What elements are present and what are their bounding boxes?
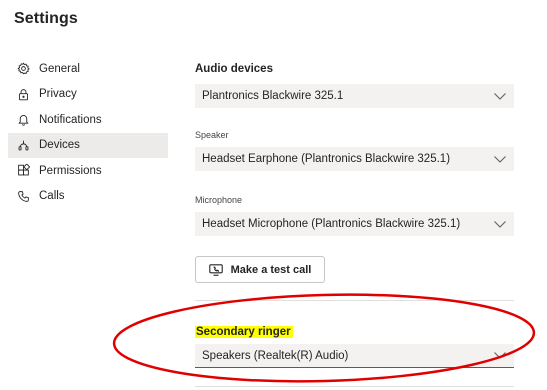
audio-device-value: Plantronics Blackwire 325.1 [202,90,344,102]
settings-nav: General Privacy Notifications Devices Pe… [8,56,168,209]
page-title: Settings [14,10,78,27]
nav-item-privacy[interactable]: Privacy [8,82,168,108]
speaker-dropdown[interactable]: Headset Earphone (Plantronics Blackwire … [195,147,514,171]
nav-item-permissions[interactable]: Permissions [8,158,168,184]
chevron-down-icon [494,352,506,359]
microphone-value: Headset Microphone (Plantronics Blackwir… [202,218,461,230]
secondary-ringer-value: Speakers (Realtek(R) Audio) [202,349,349,362]
microphone-dropdown[interactable]: Headset Microphone (Plantronics Blackwir… [195,212,514,236]
speaker-value: Headset Earphone (Plantronics Blackwire … [202,153,451,165]
chevron-down-icon [494,92,506,100]
devices-icon [17,139,30,152]
chevron-down-icon [494,220,506,228]
phone-icon [17,190,30,203]
secondary-ringer-heading: Secondary ringer [195,326,293,338]
nav-label-notifications: Notifications [39,113,102,126]
nav-label-devices: Devices [39,139,80,152]
nav-label-general: General [39,62,80,75]
test-call-icon [208,263,223,276]
secondary-ringer-highlight: Secondary ringer [195,326,293,338]
section-divider [195,300,514,301]
nav-item-devices[interactable]: Devices [8,132,168,158]
bell-icon [17,113,30,126]
make-test-call-label: Make a test call [230,263,312,276]
secondary-ringer-dropdown[interactable]: Speakers (Realtek(R) Audio) [195,344,514,368]
nav-item-notifications[interactable]: Notifications [8,107,168,133]
audio-devices-heading: Audio devices [195,63,273,75]
speaker-label: Speaker [195,130,229,140]
nav-item-calls[interactable]: Calls [8,184,168,210]
chevron-down-icon [494,155,506,163]
audio-device-dropdown[interactable]: Plantronics Blackwire 325.1 [195,84,514,108]
nav-item-general[interactable]: General [8,56,168,82]
apps-grid-icon [17,164,30,177]
nav-label-permissions: Permissions [39,164,102,177]
nav-label-calls: Calls [39,190,65,203]
gear-icon [17,62,30,75]
nav-label-privacy: Privacy [39,88,77,101]
lock-icon [17,88,30,101]
make-test-call-button[interactable]: Make a test call [195,256,325,283]
section-divider-bottom [195,386,514,387]
microphone-label: Microphone [195,195,243,205]
